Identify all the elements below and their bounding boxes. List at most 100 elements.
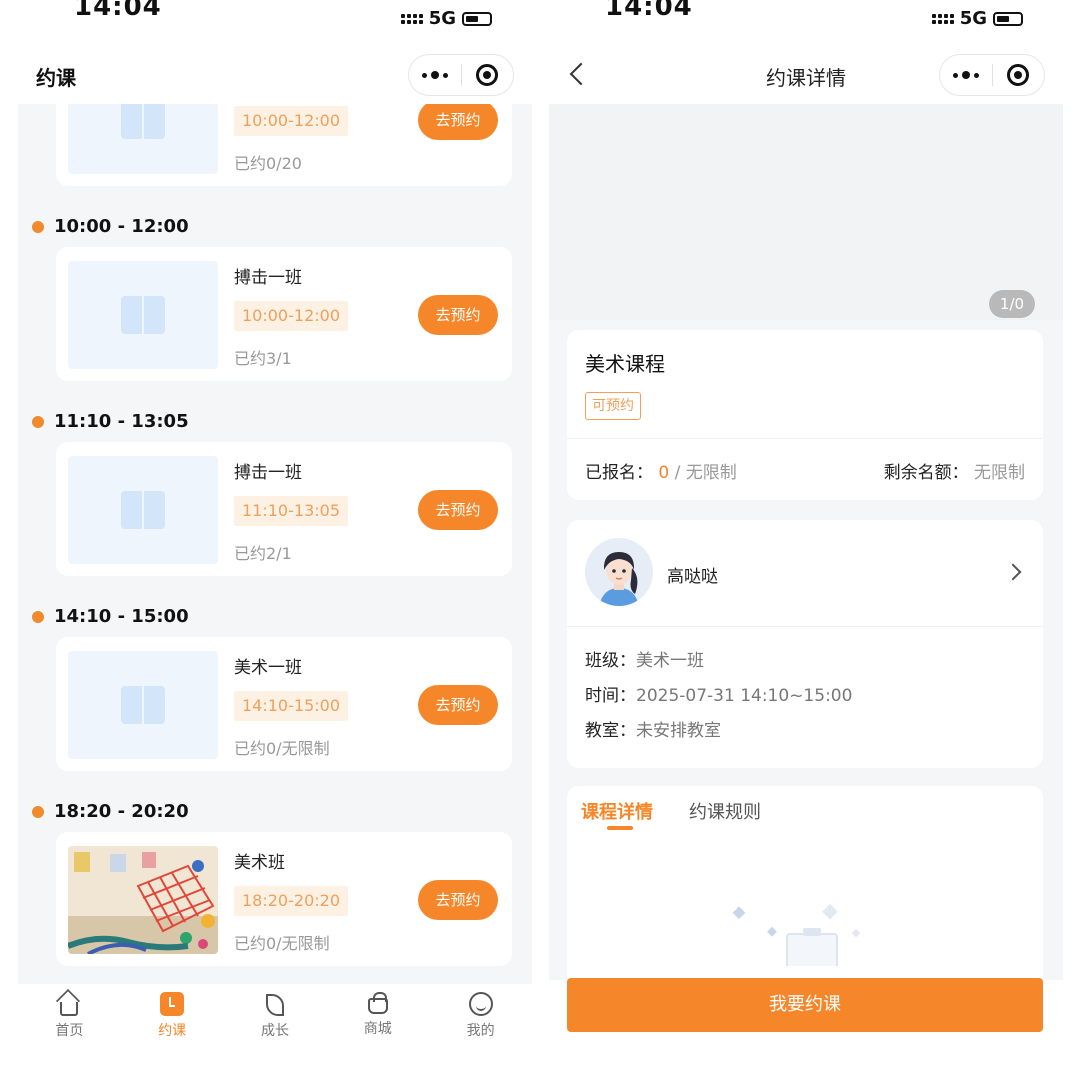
course-thumbnail	[68, 261, 218, 369]
tab-booking[interactable]: 约课	[132, 992, 212, 1080]
room-label: 教室：	[585, 721, 636, 741]
class-info: 班级：美术一班	[585, 646, 704, 671]
signup-limit: / 无限制	[674, 463, 737, 483]
network-label: 5G	[959, 8, 987, 29]
tab-label: 约课	[158, 1023, 187, 1039]
time-slot-header: 14:10 - 15:00	[32, 606, 189, 627]
book-button[interactable]: 去预约	[418, 880, 498, 920]
signal-icon	[400, 13, 423, 24]
status-time: 14:04	[605, 0, 693, 22]
course-info-card: 美术课程 可预约 已报名： 0 / 无限制 剩余名额： 无限制	[567, 330, 1043, 500]
battery-icon	[993, 11, 1023, 26]
book-now-button[interactable]: 我要约课	[567, 978, 1043, 1032]
booking-list-screen: 14:04 5G 约课 10:00-12:00 已约0/20 去预约 10:00…	[18, 0, 532, 1080]
course-name: 搏击一班	[234, 463, 302, 483]
booked-count: 已约3/1	[234, 349, 292, 368]
time-info: 时间：2025-07-31 14:10~15:00	[585, 681, 852, 706]
booked-count: 已约0/20	[234, 154, 302, 173]
book-placeholder-icon	[121, 491, 165, 529]
nav-bar: 约课详情	[549, 48, 1063, 104]
bottom-tab-bar: 首页 约课 成长 商城 我的	[18, 984, 532, 1080]
course-photo	[68, 846, 218, 954]
tab-booking-rules[interactable]: 约课规则	[689, 798, 761, 824]
slot-dot-icon	[32, 805, 44, 818]
tab-label: 商城	[363, 1021, 392, 1037]
course-card[interactable]: 10:00-12:00 已约0/20 去预约	[56, 104, 512, 186]
tab-profile[interactable]: 我的	[441, 992, 521, 1080]
battery-icon	[462, 11, 492, 26]
art-classroom-image	[68, 846, 218, 954]
slot-dot-icon	[32, 415, 44, 428]
book-button[interactable]: 去预约	[418, 685, 498, 725]
course-thumbnail	[68, 104, 218, 174]
active-tab-indicator	[607, 826, 633, 830]
tab-label: 我的	[466, 1023, 495, 1039]
course-card[interactable]: 搏击一班 11:10-13:05 已约2/1 去预约	[56, 442, 512, 576]
home-icon	[60, 1002, 79, 1016]
class-label: 班级：	[585, 651, 636, 671]
slot-time: 18:20 - 20:20	[54, 801, 189, 822]
status-time: 14:04	[74, 0, 162, 22]
course-time-tag: 11:10-13:05	[234, 496, 348, 526]
booked-count: 已约0/无限制	[234, 739, 330, 758]
tab-label: 成长	[260, 1023, 289, 1039]
time-slot-header: 10:00 - 12:00	[32, 216, 189, 237]
course-title: 美术课程	[585, 352, 665, 376]
mini-program-capsule	[408, 54, 514, 96]
book-button[interactable]: 去预约	[418, 295, 498, 335]
close-target-icon[interactable]	[461, 64, 513, 86]
course-name: 搏击一班	[234, 268, 302, 288]
book-button[interactable]: 去预约	[418, 490, 498, 530]
tab-shop[interactable]: 商城	[338, 992, 418, 1080]
course-card[interactable]: 美术一班 14:10-15:00 已约0/无限制 去预约	[56, 637, 512, 771]
slot-dot-icon	[32, 220, 44, 233]
status-indicators: 5G	[931, 8, 1023, 29]
course-list[interactable]: 10:00-12:00 已约0/20 去预约 10:00 - 12:00 搏击一…	[18, 104, 532, 984]
course-card[interactable]: 搏击一班 10:00-12:00 已约3/1 去预约	[56, 247, 512, 381]
time-slot-header: 11:10 - 13:05	[32, 411, 189, 432]
tab-home[interactable]: 首页	[29, 992, 109, 1080]
booked-count: 已约0/无限制	[234, 934, 330, 953]
slot-time: 10:00 - 12:00	[54, 216, 189, 237]
tab-label: 首页	[55, 1023, 84, 1039]
network-label: 5G	[428, 8, 456, 29]
book-button[interactable]: 去预约	[418, 104, 498, 140]
time-value: 2025-07-31 14:10~15:00	[636, 686, 853, 706]
course-banner[interactable]: 1/0	[549, 104, 1063, 330]
status-bar: 14:04 5G	[18, 0, 532, 40]
status-bar: 14:04 5G	[549, 0, 1063, 40]
signup-count: 已报名： 0 / 无限制	[585, 458, 737, 483]
time-slot-header: 18:20 - 20:20	[32, 801, 189, 822]
teacher-name[interactable]: 高哒哒	[667, 562, 718, 587]
divider	[567, 438, 1043, 439]
room-info: 教室：未安排教室	[585, 716, 721, 741]
avatar[interactable]	[585, 538, 653, 606]
slot-time: 14:10 - 15:00	[54, 606, 189, 627]
teacher-info-card: 高哒哒 班级：美术一班 时间：2025-07-31 14:10~15:00 教室…	[567, 520, 1043, 768]
remain-label: 剩余名额：	[883, 463, 969, 483]
course-time-tag: 14:10-15:00	[234, 691, 348, 721]
status-indicators: 5G	[400, 8, 492, 29]
nav-bar: 约课	[18, 48, 532, 104]
tab-growth[interactable]: 成长	[235, 992, 315, 1080]
more-icon[interactable]	[940, 71, 992, 79]
room-value: 未安排教室	[636, 721, 721, 741]
chevron-right-icon[interactable]	[1004, 563, 1022, 581]
tab-course-detail[interactable]: 课程详情	[581, 798, 653, 824]
course-time-tag: 10:00-12:00	[234, 301, 348, 331]
booking-icon	[160, 992, 185, 1016]
banner-pager: 1/0	[989, 290, 1035, 318]
remaining-slots: 剩余名额： 无限制	[884, 458, 1025, 483]
signup-value: 0	[658, 463, 670, 483]
more-icon[interactable]	[409, 71, 461, 79]
leaf-icon	[263, 992, 287, 1016]
course-thumbnail	[68, 456, 218, 564]
course-name: 美术班	[234, 853, 285, 873]
class-value: 美术一班	[636, 651, 704, 671]
booked-count: 已约2/1	[234, 544, 292, 563]
signal-icon	[931, 13, 954, 24]
teacher-avatar-illustration	[585, 538, 653, 606]
mini-program-capsule	[939, 54, 1045, 96]
close-target-icon[interactable]	[992, 64, 1044, 86]
course-card[interactable]: 美术班 18:20-20:20 已约0/无限制 去预约	[56, 832, 512, 966]
